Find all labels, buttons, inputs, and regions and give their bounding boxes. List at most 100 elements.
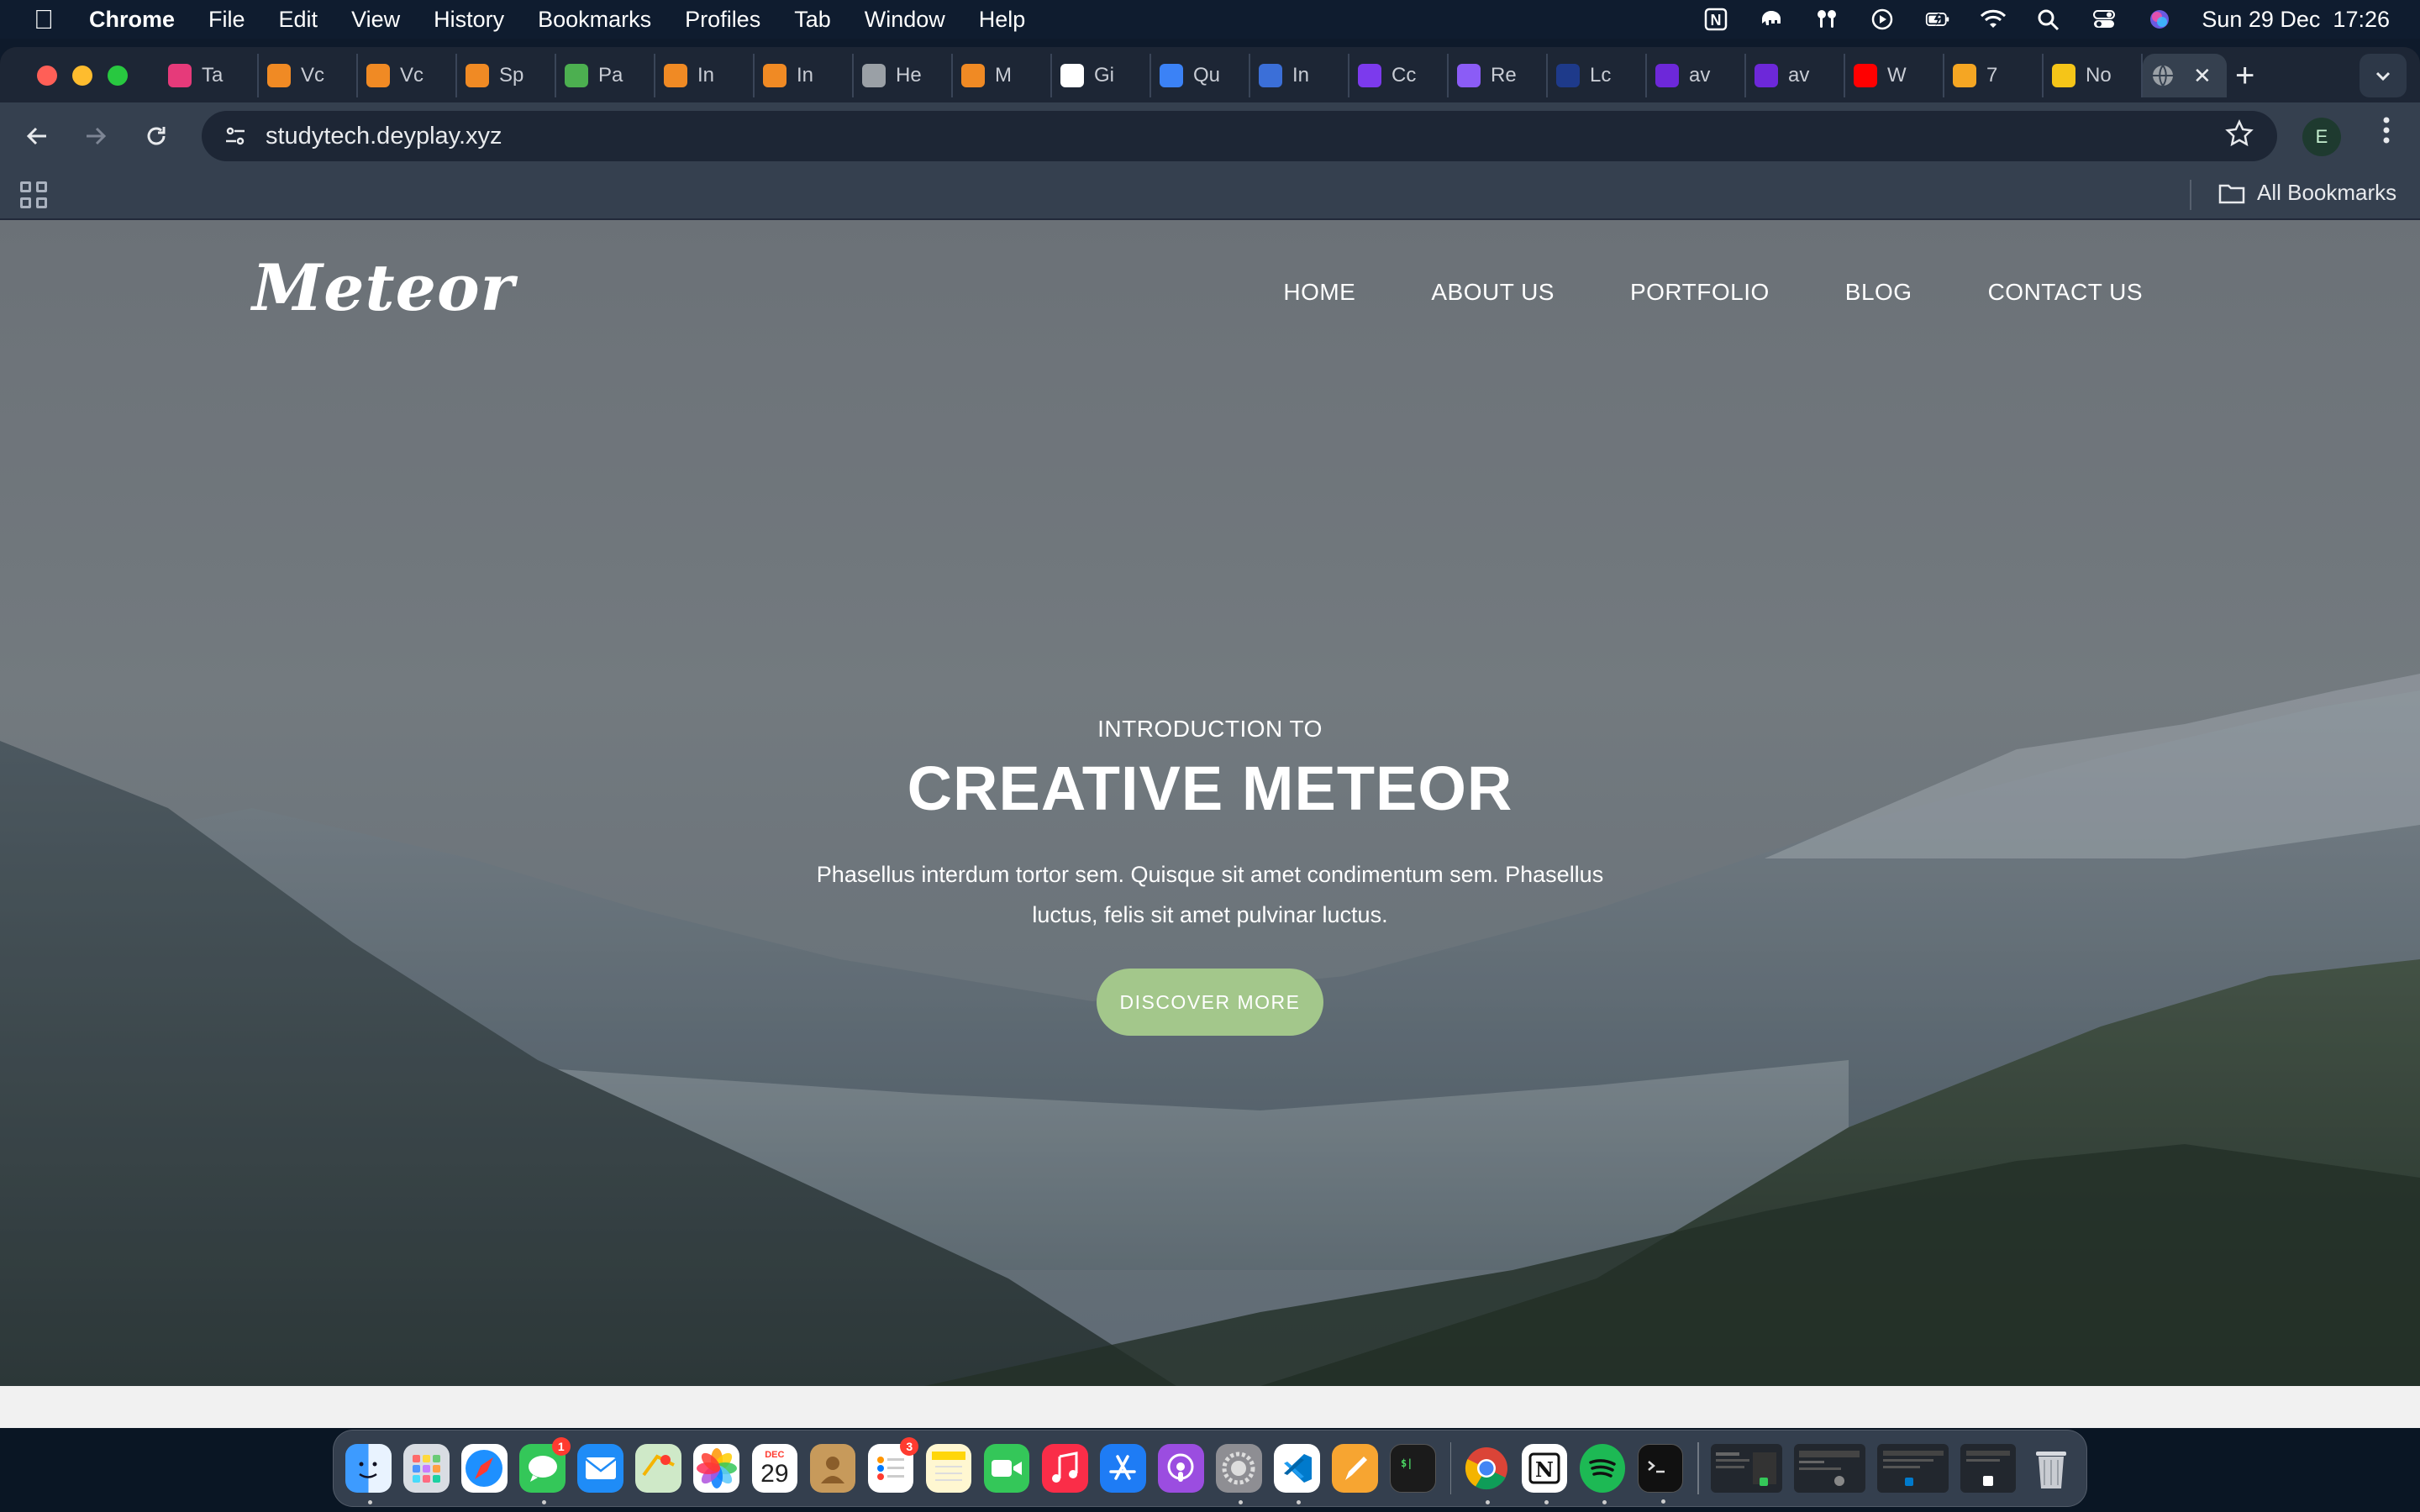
elephant-status-icon[interactable] <box>1758 8 1785 31</box>
pages-icon[interactable] <box>1332 1444 1378 1493</box>
nav-blog[interactable]: BLOG <box>1845 279 1912 306</box>
mail-icon[interactable] <box>577 1444 623 1493</box>
new-tab-button[interactable]: + <box>2235 54 2254 97</box>
minimize-window-button[interactable] <box>72 66 92 86</box>
nav-contact-us[interactable]: CONTACT US <box>1988 279 2143 306</box>
minimized-window-thumbnail-2[interactable] <box>1794 1444 1865 1493</box>
messages-icon[interactable]: 1 <box>519 1437 571 1504</box>
browser-tab[interactable]: In <box>1250 54 1349 97</box>
browser-tab[interactable]: He <box>854 54 953 97</box>
browser-tab[interactable]: av <box>1647 54 1746 97</box>
nav-about-us[interactable]: ABOUT US <box>1431 279 1555 306</box>
menu-app-name[interactable]: Chrome <box>89 7 175 33</box>
chrome-icon[interactable] <box>1463 1444 1509 1504</box>
minimized-window-thumbnail[interactable] <box>1710 1444 1782 1493</box>
discover-more-button[interactable]: DISCOVER MORE <box>1097 969 1323 1036</box>
notion-icon[interactable]: N <box>1521 1444 1568 1504</box>
all-bookmarks-button[interactable]: All Bookmarks <box>2218 180 2396 206</box>
tabs-list: Ta Vc Vc Sp Pa In In He M Gi Qu In Cc Re Lc av av W 7 No ✕ <box>160 54 2227 97</box>
browser-tab[interactable]: Vc <box>358 54 457 97</box>
browser-tab[interactable]: Ta <box>160 54 259 97</box>
minimized-window-thumbnail-3[interactable] <box>1877 1444 1949 1493</box>
menu-help[interactable]: Help <box>979 7 1026 33</box>
browser-tab[interactable]: In <box>655 54 755 97</box>
podcasts-icon[interactable] <box>1158 1444 1204 1493</box>
play-status-icon[interactable] <box>1869 8 1896 31</box>
airpods-icon[interactable] <box>1813 8 1840 31</box>
battery-charging-icon[interactable] <box>1924 8 1951 31</box>
vscode-icon[interactable] <box>1274 1444 1320 1504</box>
calendar-icon[interactable]: DEC 29 <box>751 1444 798 1493</box>
chrome-menu-icon[interactable] <box>2370 116 2403 152</box>
siri-icon[interactable] <box>2146 8 2173 31</box>
browser-tab[interactable]: Pa <box>556 54 655 97</box>
tab-strip: Ta Vc Vc Sp Pa In In He M Gi Qu In Cc Re Lc av av W 7 No ✕ + <box>0 47 2420 102</box>
browser-tab[interactable]: Cc <box>1349 54 1449 97</box>
browser-tab[interactable]: M <box>953 54 1052 97</box>
menu-bookmarks[interactable]: Bookmarks <box>538 7 651 33</box>
notes-icon[interactable] <box>925 1444 972 1493</box>
bookmark-star-icon[interactable] <box>2225 119 2254 155</box>
browser-tab[interactable]: W <box>1845 54 1944 97</box>
system-settings-icon[interactable] <box>1216 1444 1262 1504</box>
address-bar[interactable]: studytech.deyplay.xyz <box>202 111 2277 161</box>
forward-button[interactable] <box>77 118 114 155</box>
wifi-icon[interactable] <box>1980 8 2007 31</box>
apple-menu-icon[interactable]:  <box>34 4 67 35</box>
folder-icon <box>2218 184 2245 203</box>
contacts-icon[interactable] <box>809 1444 856 1493</box>
browser-tab[interactable]: Sp <box>457 54 556 97</box>
spotlight-search-icon[interactable] <box>2035 8 2062 31</box>
finder-icon[interactable] <box>345 1444 392 1504</box>
control-center-icon[interactable] <box>2091 8 2118 31</box>
safari-icon[interactable] <box>461 1444 508 1493</box>
menu-window[interactable]: Window <box>865 7 945 33</box>
close-window-button[interactable] <box>37 66 57 86</box>
browser-tab[interactable]: In <box>755 54 854 97</box>
menu-file[interactable]: File <box>208 7 245 33</box>
maps-icon[interactable] <box>635 1444 681 1493</box>
fullscreen-window-button[interactable] <box>108 66 128 86</box>
browser-tab[interactable]: Lc <box>1548 54 1647 97</box>
app-store-icon[interactable] <box>1100 1444 1146 1493</box>
menu-history[interactable]: History <box>434 7 504 33</box>
facetime-icon[interactable] <box>983 1444 1030 1493</box>
menu-profiles[interactable]: Profiles <box>685 7 760 33</box>
url-text[interactable]: studytech.deyplay.xyz <box>266 123 502 150</box>
browser-tab[interactable]: Qu <box>1151 54 1250 97</box>
active-tab[interactable]: ✕ <box>2143 54 2227 97</box>
menu-edit[interactable]: Edit <box>279 7 318 33</box>
browser-tab[interactable]: Gi <box>1052 54 1151 97</box>
nav-portfolio[interactable]: PORTFOLIO <box>1630 279 1770 306</box>
minimized-window-thumbnail-4[interactable] <box>1960 1444 2017 1493</box>
nav-home[interactable]: HOME <box>1283 279 1355 306</box>
menu-view[interactable]: View <box>351 7 400 33</box>
hero-description: Phasellus interdum tortor sem. Quisque s… <box>816 862 1604 927</box>
notion-status-icon[interactable]: N <box>1702 8 1729 31</box>
terminal-icon[interactable] <box>1637 1444 1684 1504</box>
profile-avatar[interactable]: E <box>2302 118 2341 156</box>
close-tab-icon[interactable]: ✕ <box>2193 63 2212 89</box>
back-button[interactable] <box>18 118 55 155</box>
messages-badge: 1 <box>551 1437 571 1456</box>
menu-tab[interactable]: Tab <box>794 7 831 33</box>
apps-grid-icon[interactable] <box>20 181 47 208</box>
macos-menu-bar:  Chrome File Edit View History Bookmark… <box>0 0 2420 39</box>
site-info-icon[interactable] <box>218 119 252 153</box>
reminders-icon[interactable]: 3 <box>867 1437 919 1493</box>
reload-button[interactable] <box>138 118 175 155</box>
browser-tab[interactable]: 7 <box>1944 54 2044 97</box>
browser-tab[interactable]: av <box>1746 54 1845 97</box>
spotify-icon[interactable] <box>1579 1444 1626 1504</box>
music-icon[interactable] <box>1041 1444 1088 1493</box>
browser-tab[interactable]: No <box>2044 54 2143 97</box>
site-logo[interactable]: Meteor <box>252 250 515 325</box>
tab-search-button[interactable] <box>2360 54 2407 97</box>
terminal-alt-icon[interactable]: $| <box>1390 1444 1437 1493</box>
menu-bar-clock[interactable]: Sun 29 Dec 17:26 <box>2202 7 2390 33</box>
launchpad-icon[interactable] <box>403 1444 450 1493</box>
trash-icon[interactable] <box>2028 1444 2075 1493</box>
browser-tab[interactable]: Vc <box>259 54 358 97</box>
photos-icon[interactable] <box>693 1444 740 1493</box>
browser-tab[interactable]: Re <box>1449 54 1548 97</box>
